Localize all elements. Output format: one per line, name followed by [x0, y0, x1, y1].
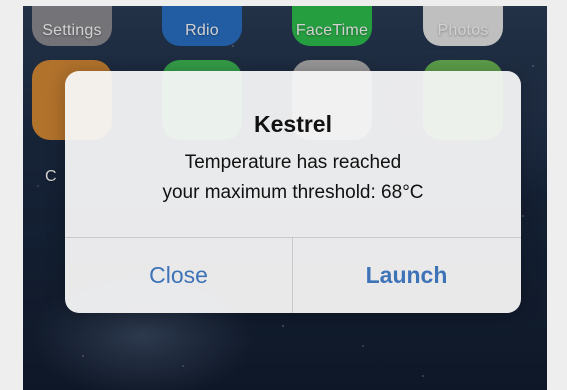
- home-screen: Settings Rdio FaceTime Photos C Kestrel …: [23, 6, 547, 390]
- alert-dialog: Kestrel Temperature has reached your max…: [65, 71, 521, 313]
- launch-button[interactable]: Launch: [293, 238, 520, 313]
- alert-message-line-1: Temperature has reached: [184, 152, 402, 173]
- alert-message-line-2: your maximum threshold: 68°C: [162, 182, 424, 203]
- close-button[interactable]: Close: [65, 238, 292, 313]
- alert-message: Temperature has reached your maximum thr…: [65, 148, 521, 208]
- device-frame: Settings Rdio FaceTime Photos C Kestrel …: [0, 0, 567, 390]
- alert-title: Kestrel: [254, 111, 332, 137]
